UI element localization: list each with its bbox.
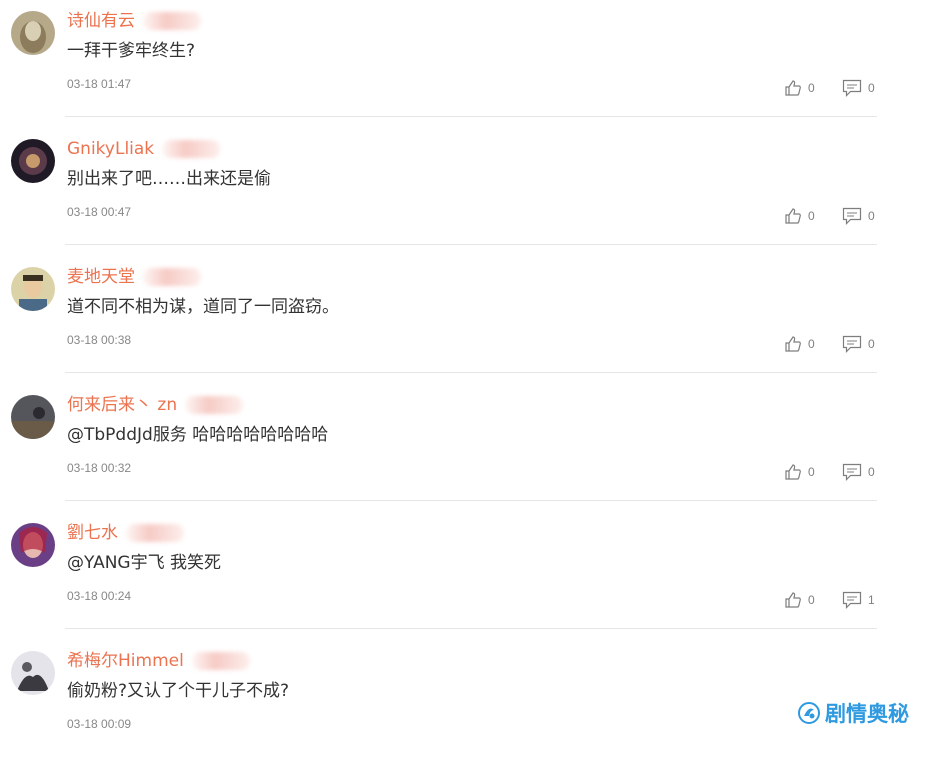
avatar[interactable] [11, 139, 55, 183]
username[interactable]: 劉七水 [67, 522, 118, 544]
blurred-badge [126, 524, 184, 542]
reply-button[interactable]: 0 [842, 78, 875, 98]
like-button[interactable]: 0 [784, 462, 815, 482]
avatar[interactable] [11, 523, 55, 567]
thumbs-up-icon [785, 80, 801, 96]
divider [65, 244, 877, 245]
like-button[interactable]: 0 [784, 590, 815, 610]
blurred-badge [143, 268, 201, 286]
thumbs-up-icon [785, 592, 801, 608]
watermark-text: 剧情奥秘 [825, 702, 909, 726]
blurred-badge [185, 396, 244, 414]
comment-text: 道不同不相为谋，道同了一同盗窃。 [67, 297, 339, 317]
comment-icon [842, 591, 862, 609]
blurred-badge [191, 652, 250, 670]
like-count: 0 [808, 337, 815, 351]
divider [65, 500, 877, 501]
comment-icon [842, 207, 862, 225]
avatar[interactable] [11, 651, 55, 695]
comment-item: 劉七水 @YANG宇飞 我笑死 03-18 00:24 0 1 [0, 512, 941, 640]
comment-text: 一拜干爹牢终生? [67, 41, 196, 61]
like-count: 0 [808, 593, 815, 607]
username[interactable]: 希梅尔Himmel [67, 650, 184, 672]
like-button[interactable]: 0 [784, 334, 815, 354]
divider [65, 116, 877, 117]
reply-count: 1 [868, 593, 875, 607]
comment-icon [842, 79, 862, 97]
timestamp: 03-18 00:47 [67, 205, 132, 219]
comment-text: @TbPddJd服务 哈哈哈哈哈哈哈哈 [67, 425, 329, 445]
timestamp: 03-18 00:32 [67, 461, 132, 475]
thumbs-up-icon [785, 336, 801, 352]
reply-count: 0 [868, 337, 875, 351]
reply-button[interactable]: 1 [842, 590, 875, 610]
reply-count: 0 [868, 81, 875, 95]
avatar[interactable] [11, 395, 55, 439]
watermark-logo-icon [798, 702, 820, 724]
reply-button[interactable]: 0 [842, 334, 875, 354]
timestamp: 03-18 00:38 [67, 333, 132, 347]
reply-button[interactable]: 0 [842, 206, 875, 226]
reply-count: 0 [868, 465, 875, 479]
thumbs-up-icon [785, 208, 801, 224]
avatar[interactable] [11, 267, 55, 311]
timestamp: 03-18 00:09 [67, 717, 132, 731]
blurred-badge [143, 12, 201, 30]
comment-icon [842, 463, 862, 481]
blurred-badge [162, 140, 221, 158]
username[interactable]: 诗仙有云 [67, 10, 135, 32]
watermark: 剧情奥秘 [797, 696, 909, 730]
comment-item: GnikyLliak 别出来了吧……出来还是偷 03-18 00:47 0 0 [0, 128, 941, 256]
comment-text: 别出来了吧……出来还是偷 [67, 169, 271, 189]
comment-text: @YANG宇飞 我笑死 [67, 553, 221, 573]
divider [65, 372, 877, 373]
username[interactable]: 麦地天堂 [67, 266, 135, 288]
comment-text: 偷奶粉?又认了个干儿子不成? [67, 681, 290, 701]
comment-item: 何来后来丶 zn @TbPddJd服务 哈哈哈哈哈哈哈哈 03-18 00:32… [0, 384, 941, 512]
timestamp: 03-18 01:47 [67, 77, 132, 91]
username[interactable]: 何来后来丶 zn [67, 394, 177, 416]
like-count: 0 [808, 465, 815, 479]
comment-item: 麦地天堂 道不同不相为谋，道同了一同盗窃。 03-18 00:38 0 0 [0, 256, 941, 384]
like-button[interactable]: 0 [784, 206, 815, 226]
timestamp: 03-18 00:24 [67, 589, 132, 603]
comment-icon [842, 335, 862, 353]
avatar[interactable] [11, 11, 55, 55]
reply-button[interactable]: 0 [842, 462, 875, 482]
like-button[interactable]: 0 [784, 78, 815, 98]
reply-count: 0 [868, 209, 875, 223]
username[interactable]: GnikyLliak [67, 138, 154, 160]
thumbs-up-icon [785, 464, 801, 480]
divider [65, 628, 877, 629]
like-count: 0 [808, 81, 815, 95]
like-count: 0 [808, 209, 815, 223]
comment-item: 诗仙有云 一拜干爹牢终生? 03-18 01:47 0 0 [0, 0, 941, 128]
